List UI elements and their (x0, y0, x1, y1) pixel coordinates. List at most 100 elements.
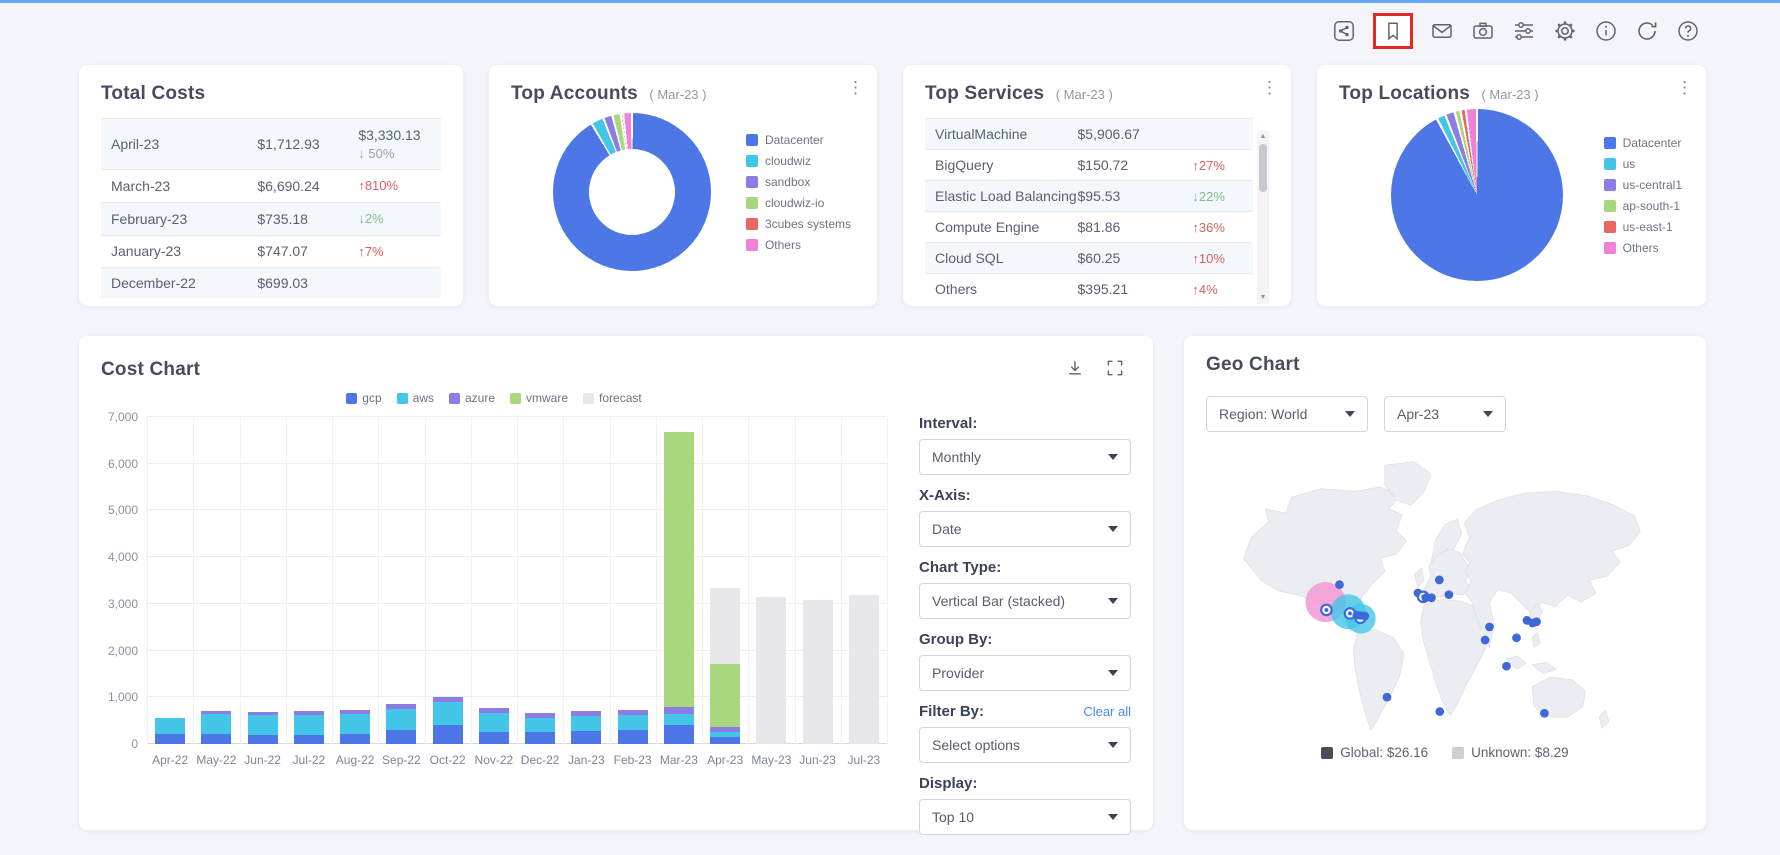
legend-item[interactable]: ap-south-1 (1604, 199, 1682, 213)
legend-item[interactable]: cloudwiz-io (746, 196, 851, 210)
fullscreen-icon[interactable] (1105, 358, 1125, 381)
legend-item[interactable]: Datacenter (746, 133, 851, 147)
x-tick-label: Jan-23 (563, 753, 609, 767)
stacked-bar[interactable] (849, 595, 879, 744)
bar-segment-gcp (340, 734, 370, 744)
map-point[interactable] (1502, 662, 1511, 671)
legend-item[interactable]: Others (746, 238, 851, 252)
map-point[interactable] (1481, 636, 1490, 645)
map-point[interactable] (1353, 611, 1362, 620)
plot-outer: 01,0002,0003,0004,0005,0006,0007,000 (101, 417, 887, 744)
legend-label: aws (413, 391, 434, 405)
chart-type-dropdown[interactable]: Vertical Bar (stacked) (919, 583, 1131, 619)
legend-item[interactable]: forecast (583, 391, 642, 405)
legend-item[interactable]: vmware (510, 391, 568, 405)
y-tick-label: 1,000 (108, 690, 138, 704)
kebab-menu-icon[interactable]: ⋮ (847, 79, 864, 96)
display-dropdown[interactable]: Top 10 (919, 799, 1131, 835)
legend-item[interactable]: cloudwiz (746, 154, 851, 168)
stacked-bar[interactable] (248, 712, 278, 744)
table-row: BigQuery$150.72↑27% (925, 149, 1253, 180)
bar-segment-gcp (710, 737, 740, 744)
map-point[interactable] (1540, 709, 1549, 718)
clear-all-link[interactable]: Clear all (1083, 704, 1131, 719)
interval-dropdown[interactable]: Monthly (919, 439, 1131, 475)
stacked-bar[interactable] (664, 432, 694, 744)
kebab-menu-icon[interactable]: ⋮ (1676, 79, 1693, 96)
bar-segment-gcp (294, 735, 324, 744)
stacked-bar[interactable] (201, 711, 231, 744)
legend-item[interactable]: Others (1604, 241, 1682, 255)
sliders-icon[interactable] (1512, 19, 1536, 43)
map-point[interactable] (1485, 623, 1494, 632)
stacked-bar[interactable] (571, 711, 601, 744)
bar-segment-gcp (201, 734, 231, 744)
map-point[interactable] (1435, 575, 1444, 584)
geo-legend-item: Unknown: $8.29 (1452, 745, 1569, 760)
download-icon[interactable] (1065, 358, 1085, 381)
month-dropdown[interactable]: Apr-23 (1384, 396, 1506, 432)
stacked-bar[interactable] (710, 588, 740, 744)
bar-cell (286, 417, 332, 744)
x-tick-label: Jun-23 (795, 753, 841, 767)
camera-icon[interactable] (1471, 19, 1495, 43)
x-axis-dropdown[interactable]: Date (919, 511, 1131, 547)
top-accounts-donut-chart[interactable] (553, 113, 711, 271)
legend-item[interactable]: gcp (346, 391, 381, 405)
filter-by-dropdown[interactable]: Select options (919, 727, 1131, 763)
card-head: Cost Chart (101, 354, 1131, 381)
kebab-menu-icon[interactable]: ⋮ (1261, 79, 1278, 96)
scroll-up-icon[interactable]: ▲ (1260, 131, 1267, 143)
stacked-bar[interactable] (479, 708, 509, 744)
month-cell: January-23 (111, 243, 257, 259)
map-point[interactable] (1512, 633, 1521, 642)
legend-item[interactable]: us-east-1 (1604, 220, 1682, 234)
legend-item[interactable]: Datacenter (1604, 136, 1682, 150)
region-dropdown[interactable]: Region: World (1206, 396, 1368, 432)
map-point[interactable] (1427, 593, 1436, 602)
x-tick-label: Feb-23 (610, 753, 656, 767)
help-icon[interactable] (1676, 19, 1700, 43)
map-point[interactable] (1532, 617, 1541, 626)
legend-label: sandbox (765, 175, 810, 189)
stacked-bar[interactable] (386, 704, 416, 744)
legend-item[interactable]: us-central1 (1604, 178, 1682, 192)
legend-item[interactable]: us (1604, 157, 1682, 171)
scrollbar[interactable]: ▲ ▼ (1257, 131, 1269, 304)
group-by-dropdown[interactable]: Provider (919, 655, 1131, 691)
mail-icon[interactable] (1430, 19, 1454, 43)
stacked-bar[interactable] (803, 600, 833, 744)
bookmark-icon[interactable] (1382, 19, 1404, 43)
stacked-bar[interactable] (433, 697, 463, 744)
top-accounts-chart-area: Datacenter cloudwiz sandbox cloudwiz-io 3cub… (511, 113, 855, 271)
map-point[interactable] (1445, 590, 1454, 599)
info-icon[interactable] (1594, 19, 1618, 43)
map-point[interactable] (1435, 707, 1444, 716)
map-point[interactable] (1348, 611, 1352, 615)
stacked-bar[interactable] (294, 711, 324, 744)
stacked-bar[interactable] (155, 718, 185, 744)
share-icon[interactable] (1332, 19, 1356, 43)
legend-item[interactable]: sandbox (746, 175, 851, 189)
top-locations-pie-chart[interactable] (1391, 109, 1563, 281)
legend-item[interactable]: aws (397, 391, 434, 405)
gear-icon[interactable] (1553, 19, 1577, 43)
legend-swatch (746, 197, 758, 209)
y-tick-label: 3,000 (108, 597, 138, 611)
map-point[interactable] (1324, 608, 1328, 612)
bookmark-highlight-box (1373, 13, 1413, 49)
scroll-down-icon[interactable]: ▼ (1260, 292, 1267, 304)
stacked-bar[interactable] (525, 713, 555, 744)
scrollbar-thumb[interactable] (1259, 144, 1267, 192)
map-point[interactable] (1360, 612, 1369, 621)
map-point[interactable] (1335, 580, 1344, 589)
amount-cell: $735.18 (257, 211, 358, 227)
legend-item[interactable]: 3cubes systems (746, 217, 851, 231)
stacked-bar[interactable] (756, 597, 786, 744)
refresh-icon[interactable] (1635, 19, 1659, 43)
stacked-bar[interactable] (618, 710, 648, 744)
legend-item[interactable]: azure (449, 391, 495, 405)
change-cell: ↑27% (1192, 158, 1243, 173)
map-point[interactable] (1383, 693, 1392, 702)
stacked-bar[interactable] (340, 710, 370, 744)
